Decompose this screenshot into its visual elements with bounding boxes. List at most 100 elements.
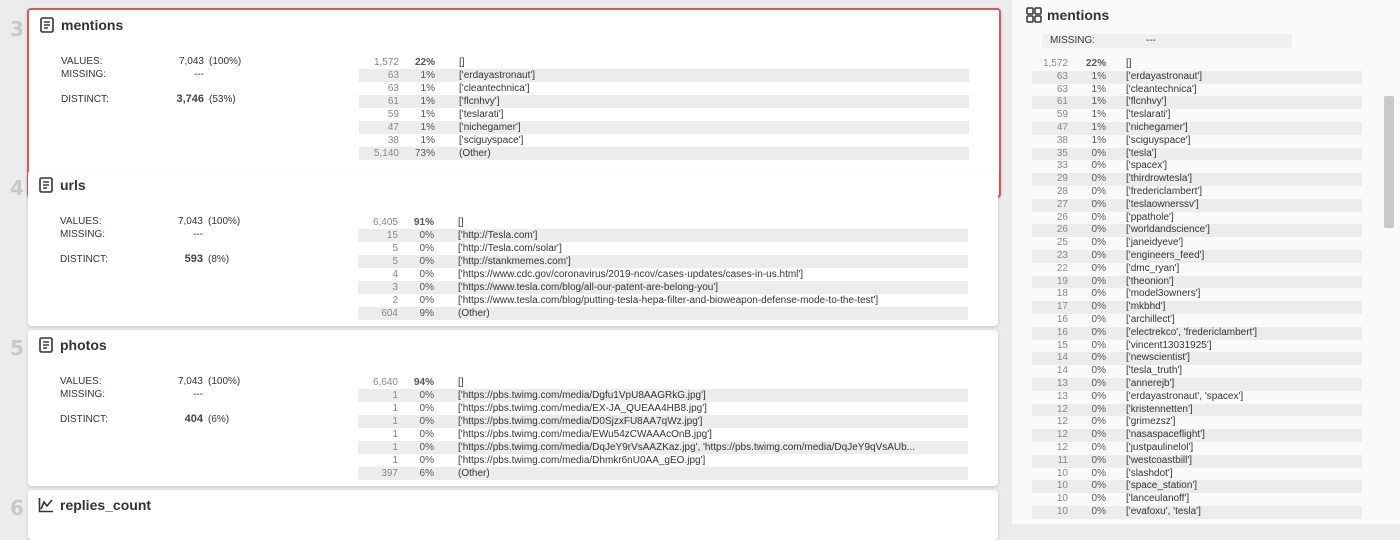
freq-row[interactable]: 1 0% ['https://pbs.twimg.com/media/Dgfu1Vp… — [358, 389, 968, 402]
freq-pct: 0% — [419, 455, 434, 466]
variable-card-photos[interactable]: photos VALUES: 7,043 (100%) MISSING: --- DI… — [28, 330, 998, 486]
detail-freq-row[interactable]: 14 0% ['tesla_truth'] — [1032, 365, 1362, 378]
detail-freq-row[interactable]: 59 1% ['teslarati'] — [1032, 109, 1362, 122]
detail-freq-row[interactable]: 26 0% ['worldandscience'] — [1032, 224, 1362, 238]
freq-count: 18 — [1056, 288, 1068, 300]
values-label: VALUES: — [61, 56, 103, 67]
distinct-label: DISTINCT: — [60, 414, 108, 425]
scrollbar[interactable] — [1384, 96, 1394, 228]
card-header[interactable]: urls — [38, 177, 86, 193]
freq-value: ['model3owners'] — [1126, 288, 1201, 300]
freq-row[interactable]: 63 1% ['erdayastronaut'] — [359, 69, 969, 82]
detail-freq-row[interactable]: 63 1% ['erdayastronaut'] — [1032, 70, 1362, 84]
freq-row[interactable]: 63 1% ['cleantechnica'] — [359, 82, 969, 95]
freq-row[interactable]: 61 1% ['flcnhvy'] — [359, 95, 969, 108]
freq-row[interactable]: 1 0% ['https://pbs.twimg.com/media/Dhmkr6n… — [358, 454, 968, 467]
freq-count: 1 — [392, 403, 398, 414]
freq-row[interactable]: 6,640 94% [] — [358, 376, 968, 389]
freq-value: ['archillect'] — [1126, 313, 1175, 325]
variable-card-urls[interactable]: urls VALUES: 7,043 (100%) MISSING: --- DIST… — [28, 170, 998, 326]
freq-row[interactable]: 1 0% ['https://pbs.twimg.com/media/EX-JA_Q… — [358, 402, 968, 415]
freq-count: 25 — [1056, 237, 1068, 249]
freq-row[interactable]: 38 1% ['sciguyspace'] — [359, 134, 969, 147]
freq-row-other[interactable]: 5,140 73% (Other) — [359, 147, 969, 160]
freq-row[interactable]: 6,405 91% [] — [358, 216, 968, 229]
detail-freq-row[interactable]: 12 0% ['kristennetten'] — [1032, 403, 1362, 417]
detail-freq-row[interactable]: 63 1% ['cleantechnica'] — [1032, 84, 1362, 97]
freq-row[interactable]: 47 1% ['nichegamer'] — [359, 121, 969, 134]
detail-freq-row[interactable]: 10 0% ['evafoxu', 'tesla'] — [1032, 505, 1362, 519]
detail-freq-row[interactable]: 28 0% ['fredericlambert'] — [1032, 186, 1362, 199]
distinct-count: 3,746 — [176, 93, 204, 105]
freq-count: 10 — [1056, 480, 1068, 492]
values-pct: (100%) — [208, 376, 241, 387]
freq-row[interactable]: 4 0% ['https://www.cdc.gov/coronavirus/201… — [358, 268, 968, 281]
freq-row[interactable]: 5 0% ['http://stankmemes.com'] — [358, 255, 968, 268]
detail-freq-row[interactable]: 12 0% ['justpaulinelol'] — [1032, 442, 1362, 455]
freq-value: ['mkbhd'] — [1126, 301, 1166, 313]
freq-pct: 1% — [420, 83, 435, 94]
missing-count: --- — [194, 69, 204, 80]
card-title: replies_count — [60, 497, 152, 513]
detail-freq-row[interactable]: 35 0% ['tesla'] — [1032, 147, 1362, 161]
values-count: 7,043 — [177, 216, 203, 227]
card-header[interactable]: mentions — [39, 17, 123, 33]
freq-row-other[interactable]: 397 6% (Other) — [358, 467, 968, 480]
freq-row[interactable]: 5 0% ['http://Tesla.com/solar'] — [358, 242, 968, 255]
freq-count: 15 — [386, 230, 398, 241]
freq-row[interactable]: 1 0% ['https://pbs.twimg.com/media/DqJeY9r… — [358, 441, 968, 454]
freq-row[interactable]: 15 0% ['http://Tesla.com'] — [358, 229, 968, 242]
detail-freq-row[interactable]: 47 1% ['nichegamer'] — [1032, 121, 1362, 135]
detail-freq-row[interactable]: 15 0% ['vincent13031925'] — [1032, 340, 1362, 353]
detail-freq-row[interactable]: 12 0% ['nasaspaceflight'] — [1032, 429, 1362, 442]
freq-value: ['https://pbs.twimg.com/media/EWu54zCWAA… — [458, 429, 712, 440]
detail-freq-row[interactable]: 1,572 22% [] — [1032, 58, 1362, 71]
detail-freq-row[interactable]: 12 0% ['grimezsz'] — [1032, 416, 1362, 429]
detail-freq-row[interactable]: 13 0% ['annerejb'] — [1032, 377, 1362, 391]
freq-value: [] — [1126, 58, 1132, 69]
freq-row[interactable]: 1 0% ['https://pbs.twimg.com/media/EWu54zC… — [358, 428, 968, 441]
card-header[interactable]: photos — [38, 337, 107, 353]
freq-row[interactable]: 3 0% ['https://www.tesla.com/blog/all-our-… — [358, 281, 968, 294]
freq-value: ['ppathole'] — [1126, 211, 1174, 223]
variable-card-replies-count[interactable]: replies_count — [28, 490, 998, 540]
freq-value: ['erdayastronaut'] — [459, 70, 536, 81]
freq-row[interactable]: 1,572 22% [] — [359, 56, 969, 69]
freq-row[interactable]: 1 0% ['https://pbs.twimg.com/media/D0SjzxF… — [358, 415, 968, 428]
missing-label: MISSING: — [60, 229, 106, 240]
detail-freq-row[interactable]: 13 0% ['erdayastronaut', 'spacex'] — [1032, 391, 1362, 404]
freq-pct: 0% — [1091, 262, 1106, 274]
detail-freq-row[interactable]: 38 1% ['sciguyspace'] — [1032, 135, 1362, 148]
detail-freq-row[interactable]: 14 0% ['newscientist'] — [1032, 352, 1362, 366]
card-header[interactable]: replies_count — [38, 497, 151, 513]
freq-value: ['vincent13031925'] — [1126, 339, 1212, 351]
detail-freq-row[interactable]: 25 0% ['janeidyeve'] — [1032, 237, 1362, 250]
values-pct: (100%) — [209, 56, 242, 67]
detail-freq-row[interactable]: 16 0% ['archillect'] — [1032, 314, 1362, 327]
detail-freq-row[interactable]: 17 0% ['mkbhd'] — [1032, 301, 1362, 314]
detail-freq-row[interactable]: 33 0% ['spacex'] — [1032, 160, 1362, 173]
freq-count: 5,140 — [373, 148, 399, 159]
detail-freq-row[interactable]: 11 0% ['westcoastbill'] — [1032, 454, 1362, 468]
detail-freq-row[interactable]: 18 0% ['model3owners'] — [1032, 288, 1362, 301]
freq-count: 63 — [1056, 70, 1068, 82]
detail-freq-row[interactable]: 61 1% ['flcnhvy'] — [1032, 96, 1362, 110]
detail-freq-row[interactable]: 16 0% ['electrekco', 'fredericlambert'] — [1032, 326, 1362, 340]
detail-freq-row[interactable]: 29 0% ['thirdrowtesla'] — [1032, 173, 1362, 186]
card-title: urls — [60, 177, 86, 193]
freq-pct: 0% — [1091, 467, 1106, 479]
freq-value: (Other) — [458, 468, 490, 479]
detail-freq-row[interactable]: 26 0% ['ppathole'] — [1032, 212, 1362, 225]
freq-row-other[interactable]: 604 9% (Other) — [358, 307, 968, 320]
detail-freq-row[interactable]: 10 0% ['space_station'] — [1032, 480, 1362, 494]
freq-row[interactable]: 2 0% ['https://www.tesla.com/blog/putting-… — [358, 294, 968, 307]
detail-freq-row[interactable]: 19 0% ['theonion'] — [1032, 275, 1362, 289]
detail-freq-row[interactable]: 22 0% ['dmc_ryan'] — [1032, 263, 1362, 276]
detail-freq-row[interactable]: 23 0% ['engineers_feed'] — [1032, 249, 1362, 263]
detail-freq-row[interactable]: 10 0% ['slashdot'] — [1032, 468, 1362, 481]
detail-freq-row[interactable]: 27 0% ['teslaownerssv'] — [1032, 198, 1362, 212]
freq-pct: 0% — [1091, 224, 1106, 236]
detail-freq-row[interactable]: 10 0% ['lanceulanoff'] — [1032, 493, 1362, 506]
freq-value: ['https://www.tesla.com/blog/putting-tes… — [458, 295, 879, 306]
freq-row[interactable]: 59 1% ['teslarati'] — [359, 108, 969, 121]
